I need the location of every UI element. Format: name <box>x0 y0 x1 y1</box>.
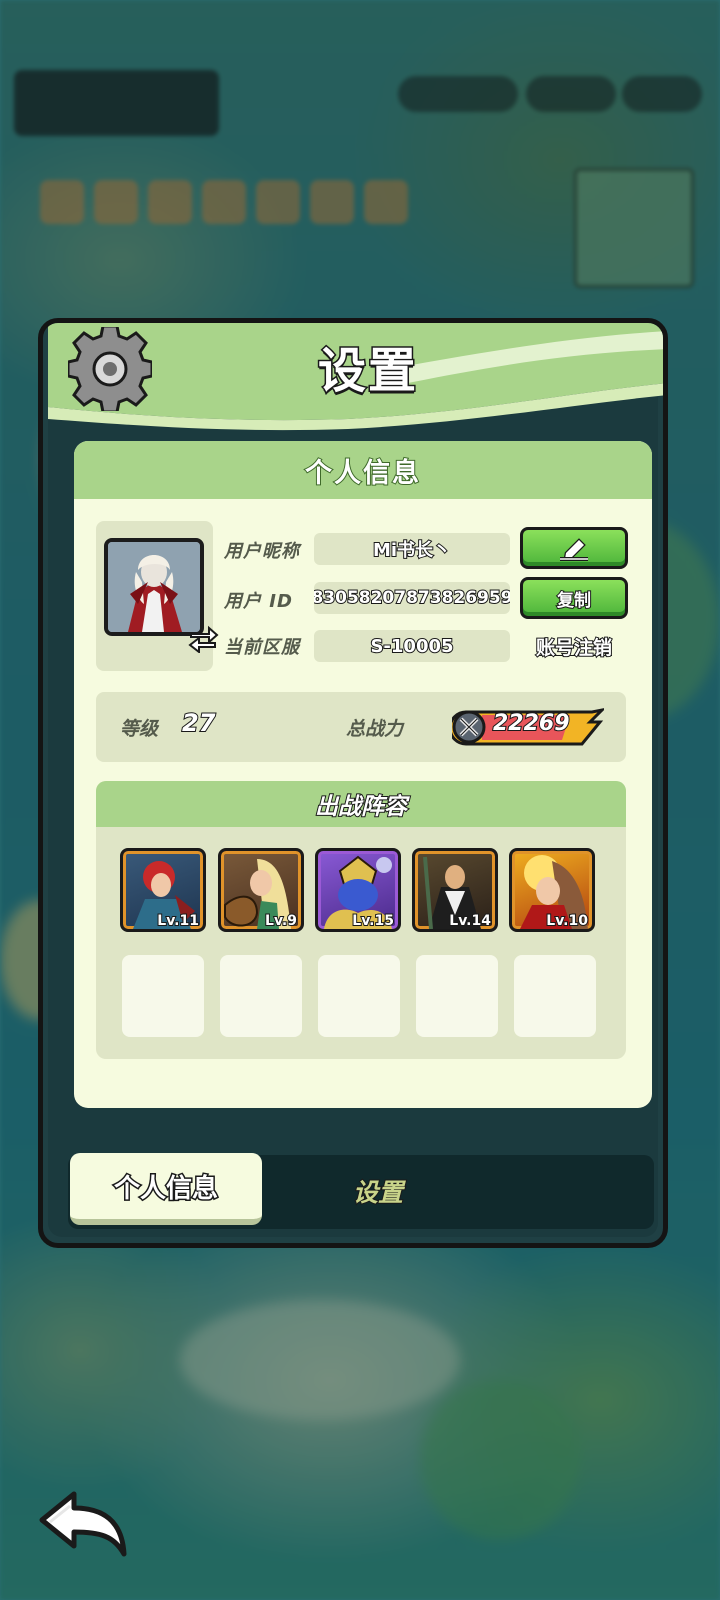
hero-slot-5[interactable]: Lv.10 <box>509 848 595 932</box>
nickname-field: Mi书长丶 <box>314 533 510 565</box>
nickname-label: 用户昵称 <box>224 541 300 562</box>
account-deletion-link[interactable]: 账号注销 <box>524 633 624 660</box>
hero-slot-4[interactable]: Lv.14 <box>412 848 498 932</box>
empty-slot[interactable] <box>318 955 400 1037</box>
back-button[interactable] <box>36 1490 128 1558</box>
hero-level: Lv.11 <box>156 912 200 929</box>
tab-profile[interactable]: 个人信息 <box>70 1153 262 1225</box>
lineup-panel: 出战阵容 Lv.11 Lv.9 Lv.15 Lv.14 Lv.10 <box>96 781 626 1059</box>
dialog-title: 设置 <box>316 342 418 401</box>
hero-level: Lv.14 <box>448 912 492 929</box>
hero-slot-2[interactable]: Lv.9 <box>218 848 304 932</box>
empty-slot[interactable] <box>220 955 302 1037</box>
power-label: 总战力 <box>346 718 404 740</box>
profile-card: 个人信息 用户昵称 Mi书长丶 用户 ID 83058207873826959 … <box>74 441 652 1108</box>
user-id-label: 用户 ID <box>224 591 293 612</box>
server-field: S-10005 <box>314 630 510 662</box>
section-title: 个人信息 <box>304 457 421 490</box>
level-value: 27 <box>181 708 216 738</box>
stats-panel: 等级 27 总战力 22269 <box>96 692 626 762</box>
edit-nickname-button[interactable] <box>520 527 628 569</box>
empty-slot[interactable] <box>122 955 204 1037</box>
hero-slot-3[interactable]: Lv.15 <box>315 848 401 932</box>
empty-slot[interactable] <box>416 955 498 1037</box>
avatar[interactable] <box>104 538 204 636</box>
gear-icon <box>68 327 152 411</box>
avatar-panel[interactable] <box>96 521 219 671</box>
back-arrow-icon <box>39 1491 127 1557</box>
hero-slot-1[interactable]: Lv.11 <box>120 848 206 932</box>
tab-settings[interactable]: 设置 <box>318 1173 438 1209</box>
hero-level: Lv.9 <box>264 912 298 929</box>
lineup-header: 出战阵容 <box>96 781 626 827</box>
section-header: 个人信息 <box>74 441 652 499</box>
dialog-body: 设置 个人信息 用户昵称 Mi书长丶 用户 ID 830582078738269… <box>48 323 663 1237</box>
user-id-field: 83058207873826959 <box>314 582 510 614</box>
level-label: 等级 <box>120 718 159 740</box>
empty-slot[interactable] <box>514 955 596 1037</box>
tab-bar: 个人信息 设置 <box>68 1153 654 1229</box>
server-label: 当前区服 <box>224 637 300 658</box>
hero-level: Lv.10 <box>545 912 589 929</box>
swap-arrows-icon[interactable] <box>187 625 219 655</box>
pencil-icon <box>560 538 588 561</box>
lineup-title: 出战阵容 <box>314 793 408 821</box>
hero-level: Lv.15 <box>351 912 395 929</box>
dialog-header: 设置 <box>48 323 663 433</box>
copy-id-button[interactable]: 复制 <box>520 577 628 619</box>
power-value: 22269 <box>492 710 571 737</box>
settings-dialog: 设置 个人信息 用户昵称 Mi书长丶 用户 ID 830582078738269… <box>38 318 668 1248</box>
